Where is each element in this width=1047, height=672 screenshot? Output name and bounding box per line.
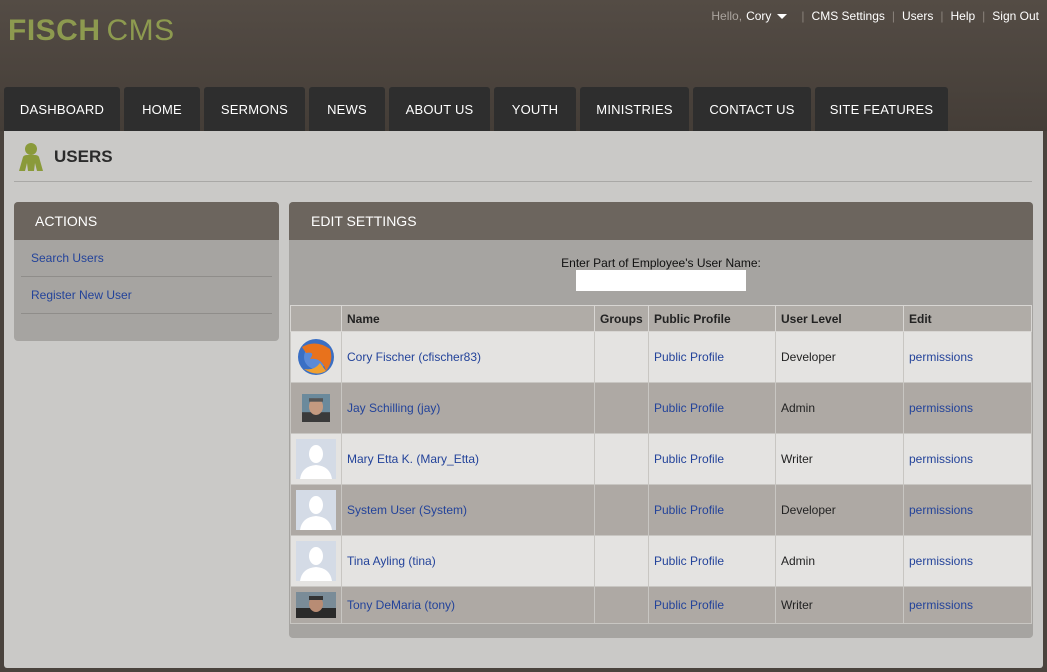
chevron-down-icon[interactable] <box>777 13 788 19</box>
table-row: Tina Ayling (tina) Public Profile Admin … <box>290 535 1032 587</box>
user-level: Admin <box>775 382 904 434</box>
avatar-cell <box>290 586 342 624</box>
user-groups <box>594 433 649 485</box>
public-profile-link[interactable]: Public Profile <box>654 554 724 568</box>
sign-out-link[interactable]: Sign Out <box>992 9 1039 23</box>
tab-ministries[interactable]: MINISTRIES <box>580 87 689 131</box>
table-row: Tony DeMaria (tony) Public Profile Write… <box>290 586 1032 624</box>
permissions-link[interactable]: permissions <box>909 598 973 612</box>
tab-youth[interactable]: YOUTH <box>494 87 576 131</box>
col-groups: Groups <box>594 305 649 332</box>
tab-dashboard[interactable]: DASHBOARD <box>4 87 120 131</box>
action-item-register-user: Register New User <box>21 277 272 314</box>
edit-settings-panel: EDIT SETTINGS Enter Part of Employee's U… <box>289 202 1033 638</box>
avatar-cell <box>290 484 342 536</box>
default-avatar-icon[interactable] <box>296 490 336 530</box>
user-level: Writer <box>775 586 904 624</box>
hello-text: Hello, <box>711 9 743 23</box>
public-profile-link[interactable]: Public Profile <box>654 598 724 612</box>
public-profile-link[interactable]: Public Profile <box>654 401 724 415</box>
logo[interactable]: FISCH CMS <box>8 14 175 48</box>
table-row: Mary Etta K. (Mary_Etta) Public Profile … <box>290 433 1032 485</box>
photo-avatar-icon[interactable] <box>296 592 336 618</box>
search-users-link[interactable]: Search Users <box>31 251 104 265</box>
tab-about-us[interactable]: ABOUT US <box>389 87 490 131</box>
user-groups <box>594 586 649 624</box>
title-divider <box>14 181 1032 182</box>
permissions-link[interactable]: permissions <box>909 350 973 364</box>
actions-panel-title: ACTIONS <box>14 202 279 240</box>
user-name-link[interactable]: Cory Fischer (cfischer83) <box>347 350 481 364</box>
header: FISCH CMS Hello, Cory | CMS Settings | Us… <box>0 0 1047 131</box>
public-profile-link[interactable]: Public Profile <box>654 503 724 517</box>
user-search-input[interactable] <box>576 270 746 291</box>
user-level: Developer <box>775 484 904 536</box>
user-name-link[interactable]: Mary Etta K. (Mary_Etta) <box>347 452 479 466</box>
logo-fisch: FISCH <box>8 14 101 47</box>
users-table: Name Groups Public Profile User Level Ed… <box>290 305 1032 624</box>
action-item-search-users: Search Users <box>21 240 272 277</box>
user-name-link[interactable]: Tony DeMaria (tony) <box>347 598 455 612</box>
tab-contact-us[interactable]: CONTACT US <box>693 87 811 131</box>
top-nav: Hello, Cory | CMS Settings | Users | Hel… <box>711 9 1039 23</box>
user-level: Admin <box>775 535 904 587</box>
main-nav-tabs: DASHBOARD HOME SERMONS NEWS ABOUT US YOU… <box>4 87 952 131</box>
tab-sermons[interactable]: SERMONS <box>204 87 305 131</box>
logo-cms: CMS <box>106 14 175 47</box>
user-name-link[interactable]: System User (System) <box>347 503 467 517</box>
avatar-cell <box>290 535 342 587</box>
page-title: USERS <box>14 142 113 172</box>
register-new-user-link[interactable]: Register New User <box>31 288 132 302</box>
user-groups <box>594 535 649 587</box>
table-row: Jay Schilling (jay) Public Profile Admin… <box>290 382 1032 434</box>
main-content: USERS ACTIONS Search Users Register New … <box>4 131 1043 668</box>
page-title-text: USERS <box>54 147 113 166</box>
cms-settings-link[interactable]: CMS Settings <box>812 9 885 23</box>
user-menu[interactable]: Cory <box>746 9 771 23</box>
public-profile-link[interactable]: Public Profile <box>654 350 724 364</box>
table-row: System User (System) Public Profile Deve… <box>290 484 1032 536</box>
users-link[interactable]: Users <box>902 9 933 23</box>
table-header-row: Name Groups Public Profile User Level Ed… <box>290 305 1032 332</box>
col-edit: Edit <box>903 305 1032 332</box>
help-link[interactable]: Help <box>950 9 975 23</box>
default-avatar-icon[interactable] <box>296 439 336 479</box>
photo-avatar-icon[interactable] <box>302 388 330 428</box>
permissions-link[interactable]: permissions <box>909 452 973 466</box>
tab-site-features[interactable]: SITE FEATURES <box>815 87 948 131</box>
avatar-cell <box>290 382 342 434</box>
permissions-link[interactable]: permissions <box>909 401 973 415</box>
firefox-avatar-icon[interactable] <box>296 337 336 377</box>
col-name: Name <box>341 305 595 332</box>
permissions-link[interactable]: permissions <box>909 503 973 517</box>
edit-settings-title: EDIT SETTINGS <box>289 202 1033 240</box>
user-name-link[interactable]: Jay Schilling (jay) <box>347 401 440 415</box>
user-groups <box>594 484 649 536</box>
user-icon <box>19 143 43 171</box>
user-level: Developer <box>775 331 904 383</box>
user-groups <box>594 331 649 383</box>
user-level: Writer <box>775 433 904 485</box>
col-avatar <box>290 305 342 332</box>
default-avatar-icon[interactable] <box>296 541 336 581</box>
user-groups <box>594 382 649 434</box>
tab-news[interactable]: NEWS <box>309 87 385 131</box>
avatar-cell <box>290 433 342 485</box>
col-public-profile: Public Profile <box>648 305 776 332</box>
table-row: Cory Fischer (cfischer83) Public Profile… <box>290 331 1032 383</box>
permissions-link[interactable]: permissions <box>909 554 973 568</box>
public-profile-link[interactable]: Public Profile <box>654 452 724 466</box>
col-user-level: User Level <box>775 305 904 332</box>
actions-panel: ACTIONS Search Users Register New User <box>14 202 279 341</box>
tab-home[interactable]: HOME <box>124 87 200 131</box>
avatar-cell <box>290 331 342 383</box>
user-name-link[interactable]: Tina Ayling (tina) <box>347 554 436 568</box>
search-label: Enter Part of Employee's User Name: <box>561 256 761 270</box>
